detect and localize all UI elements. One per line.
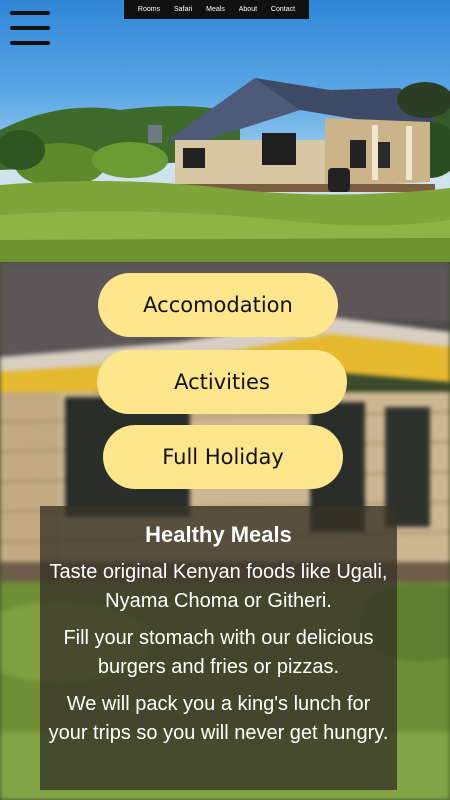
menu-bar [10,11,50,15]
card-paragraph: Taste original Kenyan foods like Ugali, … [49,561,388,612]
healthy-meals-card: Healthy Meals Taste original Kenyan food… [40,506,397,790]
hamburger-menu-icon[interactable] [10,11,50,45]
menu-bar [10,41,50,45]
card-paragraph: We will pack you a king's lunch for your… [48,693,389,744]
nav-link-safari[interactable]: Safari [174,6,192,13]
nav-link-rooms[interactable]: Rooms [138,6,160,13]
full-holiday-button[interactable]: Full Holiday [103,425,343,489]
card-title: Healthy Meals [145,522,292,547]
card-paragraph: Fill your stomach with our delicious bur… [63,627,374,678]
accommodation-button[interactable]: Accomodation [98,273,338,337]
activities-button[interactable]: Activities [97,350,347,414]
hero-image [0,0,450,262]
nav-link-about[interactable]: About [239,6,257,13]
menu-bar [10,26,50,30]
nav-link-meals[interactable]: Meals [206,6,225,13]
top-navigation: Rooms Safari Meals About Contact [124,0,309,19]
nav-link-contact[interactable]: Contact [271,6,295,13]
hero-house-illustration [0,78,450,262]
